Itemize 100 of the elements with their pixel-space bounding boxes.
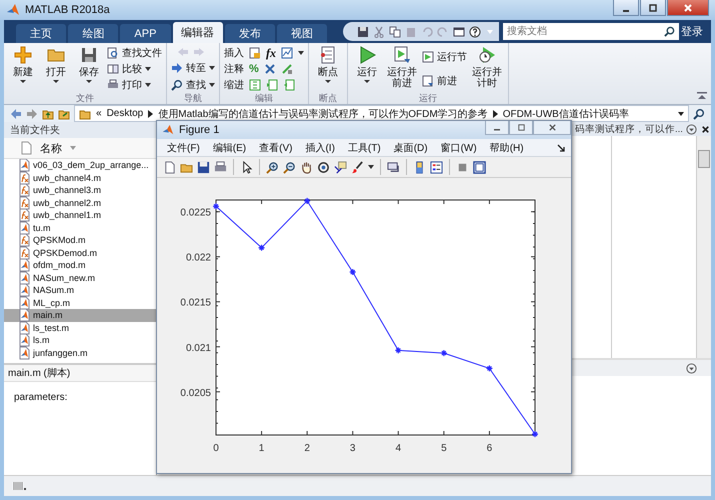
caret-icon[interactable] bbox=[145, 67, 151, 71]
search-icon[interactable] bbox=[664, 26, 676, 37]
print-button[interactable]: 打印 bbox=[107, 78, 162, 92]
menu-item[interactable]: 工具(T) bbox=[348, 140, 381, 154]
address-bar[interactable]: « Desktop 使用Matlab编写的信道估计与误码率测试程序，可以作为OFDM学习的参考 OFDM-UWB信道估计误码率 bbox=[74, 105, 689, 122]
ribbon-tab[interactable]: 发布 bbox=[224, 24, 275, 43]
file-row[interactable]: uwb_channel1.m bbox=[4, 209, 156, 222]
new-figure-icon[interactable] bbox=[163, 160, 176, 174]
run-button[interactable]: 运行 bbox=[352, 45, 382, 93]
link-plot-icon[interactable] bbox=[387, 160, 400, 174]
run-and-time-button[interactable]: 运行并计时 bbox=[470, 45, 504, 93]
file-row[interactable]: ls.m bbox=[4, 334, 156, 346]
up-folder-icon[interactable] bbox=[42, 108, 54, 120]
rotate-icon[interactable] bbox=[317, 160, 330, 174]
maximize-button[interactable] bbox=[509, 121, 533, 135]
hand-icon[interactable] bbox=[300, 160, 313, 174]
comment-button[interactable]: 注释 bbox=[224, 62, 244, 76]
back-arrow-icon[interactable] bbox=[10, 108, 22, 120]
ribbon-tab[interactable]: 视图 bbox=[276, 24, 328, 43]
compare-button[interactable]: 比较 bbox=[107, 62, 162, 76]
run-section-button[interactable]: 运行节 bbox=[422, 50, 467, 64]
menu-item[interactable]: 编辑(E) bbox=[212, 140, 246, 154]
zoom-in-icon[interactable] bbox=[266, 160, 279, 174]
indent-button[interactable]: 缩进 bbox=[224, 78, 244, 92]
sign-in-button[interactable]: 登录 bbox=[681, 24, 712, 39]
dropdown-icon[interactable] bbox=[678, 112, 684, 116]
breakpoints-button[interactable]: 断点 bbox=[313, 45, 343, 93]
save-icon[interactable] bbox=[357, 26, 370, 38]
menu-item[interactable]: 桌面(D) bbox=[394, 140, 428, 154]
grip-icon[interactable] bbox=[12, 481, 28, 491]
minimize-button[interactable] bbox=[485, 121, 509, 135]
back-chevron[interactable]: « bbox=[96, 108, 102, 119]
file-row[interactable]: ls_test.m bbox=[4, 322, 156, 334]
file-row[interactable]: ofdm_mod.m bbox=[4, 259, 156, 272]
data-cursor-icon[interactable] bbox=[334, 160, 347, 174]
save-icon[interactable] bbox=[197, 160, 210, 174]
ribbon-tab[interactable]: 绘图 bbox=[68, 24, 118, 43]
show-tools-icon[interactable] bbox=[473, 160, 486, 174]
path-crumb[interactable]: 使用Matlab编写的信道估计与误码率测试程序，可以作为OFDM学习的参考 bbox=[158, 106, 488, 120]
file-row[interactable]: main.m bbox=[4, 309, 156, 322]
search-icon[interactable] bbox=[693, 108, 705, 120]
column-header[interactable]: 名称 bbox=[40, 140, 62, 156]
caret-icon[interactable] bbox=[298, 51, 304, 56]
minimize-button[interactable] bbox=[613, 0, 639, 16]
close-button[interactable] bbox=[667, 0, 709, 16]
ribbon-tab[interactable]: 编辑器 bbox=[172, 22, 223, 43]
menu-item[interactable]: 帮助(H) bbox=[490, 140, 524, 154]
file-row[interactable]: uwb_channel4.m bbox=[4, 172, 156, 184]
find-button[interactable]: 查找 bbox=[171, 78, 215, 92]
save-button[interactable]: 保存 bbox=[74, 45, 104, 93]
figure-window[interactable]: Figure 1 文件(F) 编辑(E) 查看(V) 插入(I) 工具(T) 桌面(D) 窗口(W) 帮助(H) 0 1 2 3 4 5 6 0.0205 0.021 0.0215 0.022 0.0225 bbox=[156, 120, 572, 474]
caret-icon[interactable] bbox=[209, 82, 215, 87]
collapse-ribbon-icon[interactable] bbox=[697, 92, 707, 100]
copy-icon[interactable] bbox=[389, 26, 402, 38]
wrap-comment-icon[interactable] bbox=[280, 63, 293, 76]
help-icon[interactable] bbox=[469, 26, 482, 38]
ribbon-tab[interactable]: APP bbox=[120, 24, 171, 43]
brush-icon[interactable] bbox=[351, 160, 364, 174]
ribbon-tab[interactable]: 主页 bbox=[16, 24, 66, 43]
advance-button[interactable]: 前进 bbox=[422, 74, 467, 88]
file-row[interactable]: uwb_channel3.m bbox=[4, 184, 156, 196]
menu-item[interactable]: 窗口(W) bbox=[440, 140, 477, 154]
search-field[interactable]: 搜索文档 bbox=[503, 23, 680, 40]
insert-section-icon[interactable] bbox=[249, 47, 261, 60]
panel-menu-icon[interactable] bbox=[686, 124, 697, 134]
close-button[interactable] bbox=[533, 121, 571, 135]
file-row[interactable]: uwb_channel2.m bbox=[4, 196, 156, 209]
percent-button[interactable]: % bbox=[249, 63, 259, 76]
close-icon[interactable] bbox=[700, 124, 711, 134]
file-row[interactable]: QPSKMod.m bbox=[4, 234, 156, 246]
new-button[interactable]: 新建 bbox=[8, 45, 38, 93]
caret-icon[interactable] bbox=[368, 165, 374, 169]
panel-menu-icon[interactable] bbox=[686, 362, 697, 374]
dock-icon[interactable] bbox=[557, 144, 565, 152]
maximize-button[interactable] bbox=[640, 0, 666, 16]
go-to-button[interactable]: 转至 bbox=[171, 60, 215, 75]
menu-item[interactable]: 查看(V) bbox=[259, 140, 292, 154]
file-row[interactable]: QPSKDemod.m bbox=[4, 246, 156, 259]
run-and-advance-button[interactable]: 运行并前进 bbox=[385, 45, 419, 93]
find-files-button[interactable]: 查找文件 bbox=[107, 46, 162, 60]
zoom-out-icon[interactable] bbox=[283, 160, 296, 174]
file-row[interactable]: junfanggen.m bbox=[4, 346, 156, 359]
insert-button[interactable]: 插入 bbox=[224, 46, 244, 60]
caret-icon[interactable] bbox=[145, 83, 151, 87]
path-crumb[interactable]: Desktop bbox=[106, 108, 144, 119]
print-icon[interactable] bbox=[214, 160, 227, 174]
file-row[interactable]: v06_03_dem_2up_arrange... bbox=[4, 159, 156, 172]
file-row[interactable]: ML_cp.m bbox=[4, 296, 156, 309]
sort-caret-icon[interactable] bbox=[70, 146, 76, 150]
uncomment-icon[interactable] bbox=[264, 63, 276, 76]
fx-button[interactable]: fx bbox=[266, 46, 276, 61]
file-row[interactable]: NASum_new.m bbox=[4, 272, 156, 284]
window-switch-icon[interactable] bbox=[453, 26, 466, 38]
increase-indent-icon[interactable] bbox=[266, 79, 278, 92]
chart-icon[interactable] bbox=[281, 47, 293, 60]
menu-item[interactable]: 插入(I) bbox=[305, 140, 335, 154]
decrease-indent-icon[interactable] bbox=[283, 79, 295, 92]
browse-folder-icon[interactable] bbox=[58, 108, 70, 120]
caret-icon[interactable] bbox=[209, 66, 215, 70]
menu-item[interactable]: 文件(F) bbox=[167, 140, 200, 154]
